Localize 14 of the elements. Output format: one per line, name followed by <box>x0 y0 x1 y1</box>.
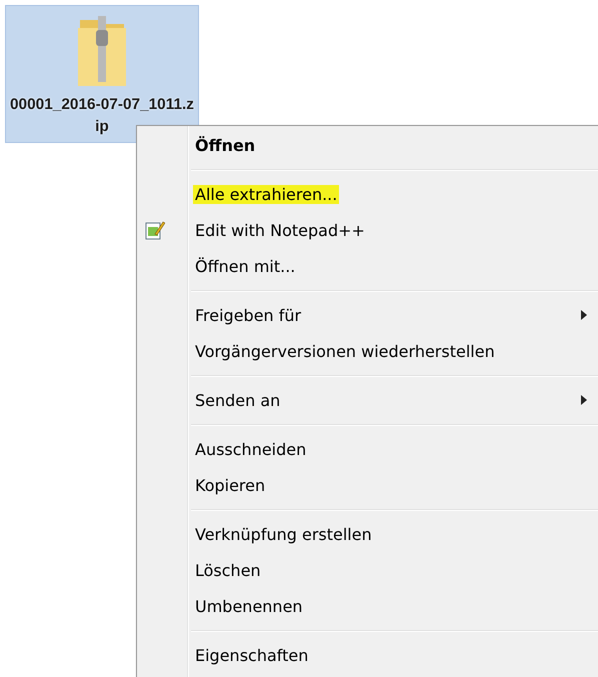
menu-item[interactable]: Umbenennen <box>137 588 598 624</box>
menu-item[interactable]: Öffnen mit... <box>137 248 598 284</box>
zip-folder-icon <box>76 14 128 88</box>
menu-item[interactable]: Senden an <box>137 382 598 418</box>
notepad-icon <box>145 220 165 240</box>
menu-item[interactable]: Edit with Notepad++ <box>137 212 598 248</box>
menu-item[interactable]: Alle extrahieren... <box>137 176 598 212</box>
menu-item[interactable]: Löschen <box>137 552 598 588</box>
menu-item[interactable]: Ausschneiden <box>137 431 598 467</box>
menu-item[interactable]: Kopieren <box>137 467 598 503</box>
menu-item[interactable]: Eigenschaften <box>137 637 598 673</box>
menu-item[interactable]: Freigeben für <box>137 297 598 333</box>
menu-item[interactable]: Verknüpfung erstellen <box>137 516 598 552</box>
menu-item[interactable]: Vorgängerversionen wiederherstellen <box>137 333 598 369</box>
